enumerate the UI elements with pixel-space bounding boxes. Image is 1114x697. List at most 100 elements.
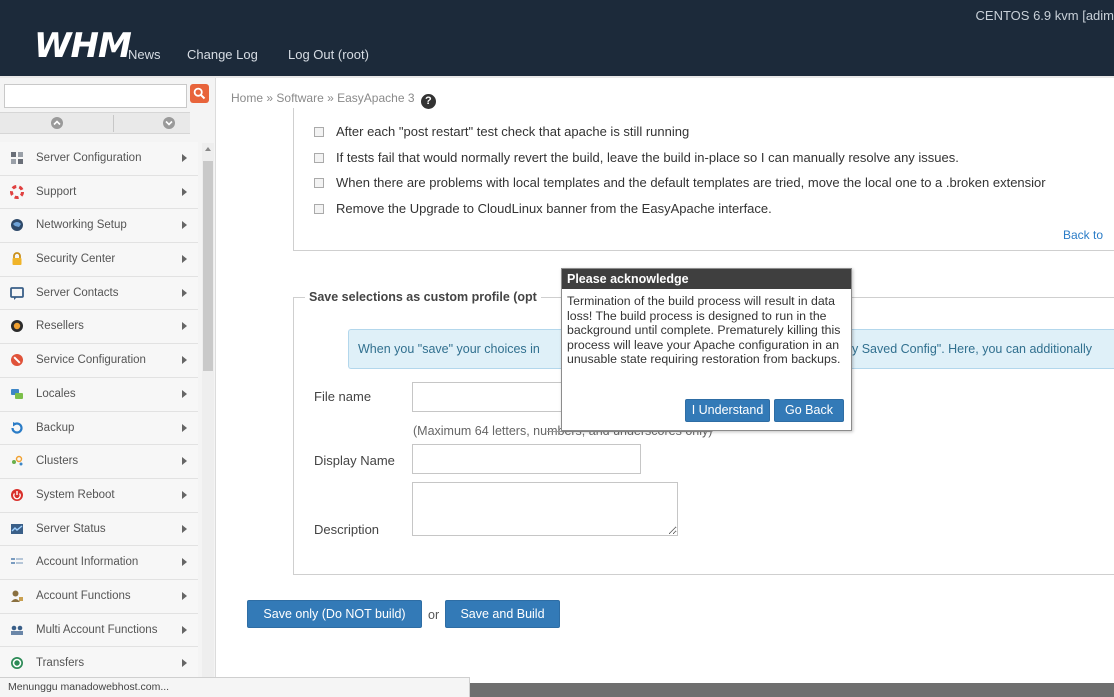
sidebar-item-label: Clusters	[36, 455, 79, 468]
sidebar-scrollbar-thumb[interactable]	[203, 161, 213, 371]
expand-all-button[interactable]	[51, 117, 63, 129]
sidebar-item-server-configuration[interactable]: Server Configuration	[0, 142, 198, 176]
option-row[interactable]: After each "post restart" test check tha…	[314, 124, 689, 139]
service-config-icon	[11, 354, 23, 367]
chevron-right-icon	[182, 423, 187, 432]
option-checkbox[interactable]	[314, 204, 324, 214]
chevron-down-icon	[165, 120, 173, 126]
i-understand-button[interactable]: I Understand	[685, 399, 770, 422]
breadcrumb-home-link[interactable]: Home	[231, 91, 263, 105]
option-row[interactable]: When there are problems with local templ…	[314, 175, 1046, 190]
chevron-up-icon	[53, 120, 61, 126]
multi-account-icon	[11, 625, 23, 635]
locales-icon	[11, 388, 23, 399]
chevron-right-icon	[182, 490, 187, 499]
sidebar-item-backup[interactable]: Backup	[0, 411, 198, 446]
help-icon[interactable]: ?	[420, 94, 436, 109]
option-label: Remove the Upgrade to CloudLinux banner …	[336, 201, 772, 216]
sidebar-item-support[interactable]: Support	[0, 175, 198, 210]
sidebar-item-resellers[interactable]: Resellers	[0, 310, 198, 345]
save-only-button[interactable]: Save only (Do NOT build)	[247, 600, 422, 628]
chevron-right-icon	[182, 221, 187, 230]
sidebar-item-service-configuration[interactable]: Service Configuration	[0, 344, 198, 378]
server-config-icon	[11, 152, 23, 164]
sidebar-item-label: Locales	[36, 387, 76, 400]
scroll-up-arrow-icon[interactable]	[205, 147, 211, 151]
sidebar-item-label: System Reboot	[36, 488, 115, 501]
transfers-icon	[11, 657, 23, 670]
backup-icon	[11, 421, 23, 434]
sidebar-item-system-reboot[interactable]: System Reboot	[0, 478, 198, 513]
account-info-icon	[11, 558, 23, 565]
search-button[interactable]	[190, 84, 209, 103]
chevron-right-icon	[182, 457, 187, 466]
support-icon	[10, 184, 24, 199]
back-to-top-link[interactable]: Back to	[1063, 228, 1103, 242]
sidebar-item-security-center[interactable]: Security Center	[0, 243, 198, 277]
sidebar-item-server-contacts[interactable]: Server Contacts	[0, 276, 198, 311]
search-icon	[193, 87, 206, 100]
page-bottom-band	[470, 683, 1114, 697]
account-functions-icon	[11, 590, 23, 602]
networking-icon	[11, 219, 23, 232]
nav-logout-link[interactable]: Log Out (root)	[288, 47, 369, 62]
or-text: or	[428, 608, 440, 622]
chevron-right-icon	[182, 591, 187, 600]
save-and-build-button[interactable]: Save and Build	[445, 600, 560, 628]
whm-logo[interactable]: WHM	[34, 26, 132, 66]
sidebar-item-transfers[interactable]: Transfers	[0, 647, 198, 681]
breadcrumb: Home » Software » EasyApache 3 ?	[231, 91, 436, 109]
sidebar-item-locales[interactable]: Locales	[0, 377, 198, 412]
clusters-icon	[12, 455, 23, 466]
sidebar-item-label: Support	[36, 185, 77, 198]
sidebar-search-input[interactable]	[4, 84, 187, 108]
collapse-all-button[interactable]	[163, 117, 175, 129]
browser-status-bar: Menunggu manadowebhost.com...	[0, 677, 470, 697]
sidebar-item-label: Server Status	[36, 522, 106, 535]
file-name-input[interactable]	[412, 382, 562, 412]
sidebar-item-account-functions[interactable]: Account Functions	[0, 579, 198, 614]
option-label: If tests fail that would normally revert…	[336, 150, 959, 165]
go-back-button[interactable]: Go Back	[774, 399, 844, 422]
collapse-divider	[113, 115, 114, 132]
description-label: Description	[314, 522, 380, 537]
chevron-right-icon	[182, 288, 187, 297]
sidebar-item-label: Server Configuration	[36, 152, 142, 164]
display-name-label: Display Name	[314, 453, 395, 468]
sidebar-item-multi-account-functions[interactable]: Multi Account Functions	[0, 613, 198, 648]
info-text-left: When you "save" your choices in	[358, 342, 540, 356]
sidebar-item-label: Multi Account Functions	[36, 623, 158, 636]
chevron-right-icon	[182, 625, 187, 634]
contacts-icon	[10, 286, 24, 300]
description-textarea[interactable]	[412, 482, 678, 536]
chevron-right-icon	[182, 659, 187, 668]
sidebar-item-account-information[interactable]: Account Information	[0, 546, 198, 580]
option-checkbox[interactable]	[314, 127, 324, 137]
top-header: WHM News Change Log Log Out (root) CENTO…	[0, 0, 1114, 76]
display-name-input[interactable]	[412, 444, 641, 474]
breadcrumb-current: EasyApache 3	[337, 91, 415, 105]
lock-icon	[12, 252, 22, 266]
sidebar-item-clusters[interactable]: Clusters	[0, 445, 198, 479]
sidebar-item-server-status[interactable]: Server Status	[0, 512, 198, 547]
nav-news-link[interactable]: News	[128, 47, 161, 62]
file-name-label: File name	[314, 389, 372, 404]
option-label: After each "post restart" test check tha…	[336, 124, 690, 139]
sidebar-item-label: Resellers	[36, 320, 84, 333]
sidebar-menu: Server Configuration Support Networking …	[0, 142, 198, 681]
option-checkbox[interactable]	[314, 153, 324, 163]
sidebar-item-networking-setup[interactable]: Networking Setup	[0, 209, 198, 244]
sidebar-item-label: Security Center	[36, 253, 116, 266]
chevron-right-icon	[182, 187, 187, 196]
chevron-right-icon	[182, 524, 187, 533]
sidebar-item-label: Account Functions	[36, 589, 131, 602]
option-checkbox[interactable]	[314, 178, 324, 188]
option-row[interactable]: If tests fail that would normally revert…	[314, 150, 959, 165]
chevron-right-icon	[182, 154, 187, 162]
nav-changelog-link[interactable]: Change Log	[187, 47, 258, 62]
resellers-icon	[11, 320, 23, 333]
breadcrumb-software-link[interactable]: Software	[276, 91, 323, 105]
chevron-right-icon	[182, 322, 187, 331]
option-row[interactable]: Remove the Upgrade to CloudLinux banner …	[314, 201, 772, 216]
sidebar-scrollbar[interactable]	[202, 143, 214, 697]
